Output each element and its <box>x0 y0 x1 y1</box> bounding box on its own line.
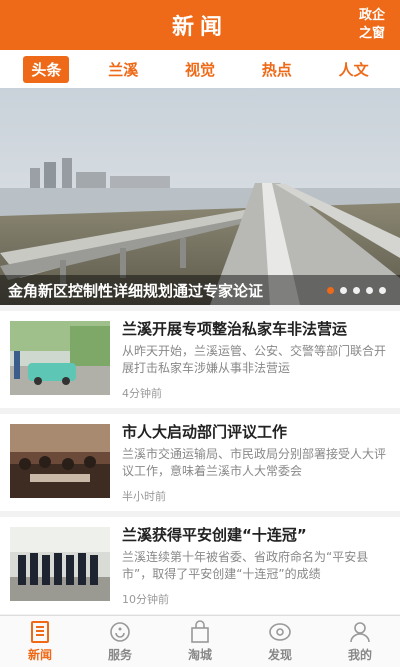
nav-label: 服务 <box>107 648 132 662</box>
nav-label: 我的 <box>347 648 372 662</box>
nav-news[interactable]: 新闻 <box>0 616 80 667</box>
news-summary: 从昨天开始，兰溪运管、公安、交警等部门联合开展打击私家车涉嫌从事非法营运 <box>122 344 387 375</box>
tab-culture[interactable]: 人文 <box>331 56 377 83</box>
news-list-item[interactable]: 兰溪获得平安创建“十连冠” 兰溪连续第十年被省委、省政府命名为“平安县市”，取得… <box>0 517 400 620</box>
news-thumbnail <box>10 321 110 395</box>
carousel-dot[interactable] <box>366 286 373 294</box>
news-list-item[interactable]: 兰溪开展专项整治私家车非法营运 从昨天开始，兰溪运管、公安、交警等部门联合开展打… <box>0 311 400 414</box>
app-root: 新闻 政企之窗 头条 兰溪 视觉 热点 人文 金角新区控制性详细规划通过专家论证… <box>0 0 400 667</box>
carousel-dot[interactable] <box>327 286 334 294</box>
tab-headlines[interactable]: 头条 <box>23 55 70 83</box>
carousel-dot[interactable] <box>379 286 386 294</box>
top-header: 新闻 政企之窗 <box>0 0 400 50</box>
carousel-indicator <box>327 286 386 294</box>
news-body: 兰溪获得平安创建“十连冠” 兰溪连续第十年被省委、省政府命名为“平安县市”，取得… <box>110 525 390 606</box>
tab-visual[interactable]: 视觉 <box>177 56 223 83</box>
nav-mine[interactable]: 我的 <box>320 616 400 667</box>
nav-label: 发现 <box>267 648 292 662</box>
news-body: 市人大启动部门评议工作 兰溪市交通运输局、市民政局分别部署接受人大评议工作，意味… <box>110 422 390 503</box>
tab-hot[interactable]: 热点 <box>254 56 300 83</box>
news-title: 兰溪开展专项整治私家车非法营运 <box>122 320 348 338</box>
service-icon <box>110 622 130 642</box>
bottom-navigation: 新闻 服务 淘城 发现 我的 <box>0 615 400 667</box>
user-icon <box>350 622 370 643</box>
banner-caption: 金角新区控制性详细规划通过专家论证 <box>8 281 264 300</box>
gov-enterprise-window-button[interactable]: 政企之窗 <box>354 7 390 43</box>
news-summary: 兰溪市交通运输局、市民政局分别部署接受人大评议工作，意味着兰溪市人大常委会 <box>122 447 387 478</box>
news-summary: 兰溪连续第十年被省委、省政府命名为“平安县市”，取得了平安创建“十连冠”的成绩 <box>122 550 369 581</box>
shopping-bag-icon <box>191 620 209 643</box>
news-list-item[interactable]: 市人大启动部门评议工作 兰溪市交通运输局、市民政局分别部署接受人大评议工作，意味… <box>0 414 400 517</box>
tab-lanxi[interactable]: 兰溪 <box>100 56 146 83</box>
banner-caption-bar: 金角新区控制性详细规划通过专家论证 <box>0 275 400 305</box>
news-title: 市人大启动部门评议工作 <box>122 423 288 441</box>
headline-banner[interactable]: 金角新区控制性详细规划通过专家论证 <box>0 88 400 305</box>
nav-discover[interactable]: 发现 <box>240 616 320 667</box>
news-title: 兰溪获得平安创建“十连冠” <box>122 526 307 544</box>
discover-icon <box>269 623 291 641</box>
category-tabs: 头条 兰溪 视觉 热点 人文 <box>0 50 400 88</box>
banner-image <box>0 88 400 305</box>
nav-service[interactable]: 服务 <box>80 616 160 667</box>
news-timestamp: 10分钟前 <box>122 593 169 606</box>
news-timestamp: 4分钟前 <box>122 387 162 400</box>
news-icon <box>31 621 49 643</box>
carousel-dot[interactable] <box>340 286 347 294</box>
news-thumbnail <box>10 527 110 601</box>
nav-label: 新闻 <box>27 648 52 662</box>
nav-shop[interactable]: 淘城 <box>160 616 240 667</box>
news-list: 兰溪开展专项整治私家车非法营运 从昨天开始，兰溪运管、公安、交警等部门联合开展打… <box>0 311 400 620</box>
nav-label: 淘城 <box>187 648 212 662</box>
page-title: 新闻 <box>171 15 228 40</box>
news-thumbnail <box>10 424 110 498</box>
news-timestamp: 半小时前 <box>122 490 166 503</box>
carousel-dot[interactable] <box>353 286 360 294</box>
news-body: 兰溪开展专项整治私家车非法营运 从昨天开始，兰溪运管、公安、交警等部门联合开展打… <box>110 319 390 400</box>
